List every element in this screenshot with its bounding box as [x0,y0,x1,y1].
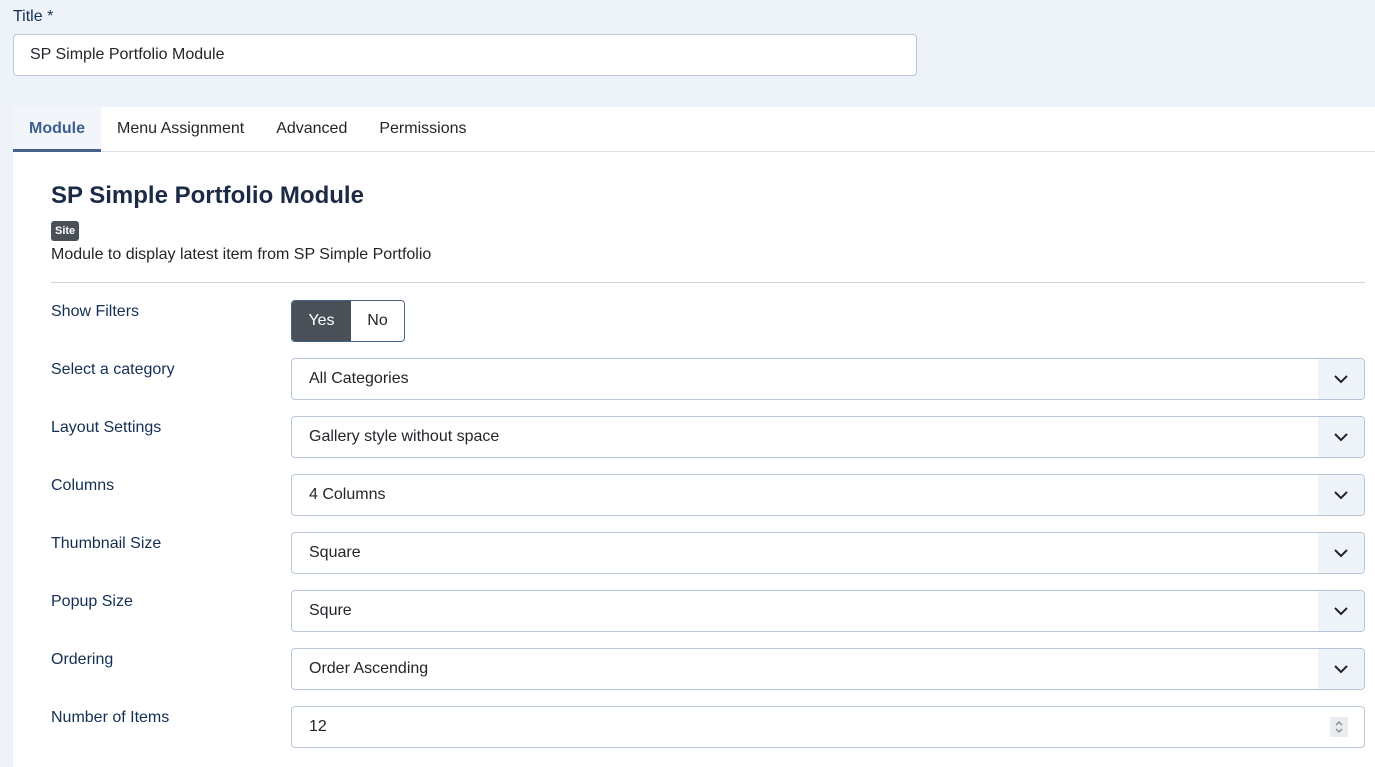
show-filters-label: Show Filters [51,303,140,320]
title-input[interactable]: SP Simple Portfolio Module [13,34,917,76]
tab-advanced[interactable]: Advanced [260,107,363,152]
row-columns: Columns 4 Columns [51,474,1365,516]
row-number-of-items: Number of Items 12 [51,706,1365,748]
layout-select[interactable]: Gallery style without space [291,416,1365,458]
row-thumbnail-size: Thumbnail Size Square [51,532,1365,574]
row-layout: Layout Settings Gallery style without sp… [51,416,1365,458]
chevron-down-icon[interactable] [1318,359,1364,399]
title-label: Title * [13,8,54,25]
module-panel: Module Menu Assignment Advanced Permissi… [13,107,1375,767]
ordering-select[interactable]: Order Ascending [291,648,1365,690]
thumbnail-size-value: Square [309,544,361,561]
row-category: Select a category All Categories [51,358,1365,400]
columns-value: 4 Columns [309,486,386,503]
popup-size-select[interactable]: Squre [291,590,1365,632]
row-ordering: Ordering Order Ascending [51,648,1365,690]
popup-size-label: Popup Size [51,593,133,610]
columns-select[interactable]: 4 Columns [291,474,1365,516]
popup-size-value: Squre [309,602,352,619]
chevron-down-icon[interactable] [1318,649,1364,689]
chevron-down-icon[interactable] [1318,591,1364,631]
spinner-icon[interactable] [1330,717,1348,737]
module-description: Module to display latest item from SP Si… [51,246,432,263]
tab-bar: Module Menu Assignment Advanced Permissi… [13,107,1375,152]
show-filters-yes-button[interactable]: Yes [292,301,351,341]
tab-module[interactable]: Module [13,107,101,152]
number-of-items-value: 12 [309,718,327,735]
tab-permissions[interactable]: Permissions [363,107,482,152]
chevron-down-icon[interactable] [1318,417,1364,457]
divider [51,282,1365,283]
thumbnail-size-select[interactable]: Square [291,532,1365,574]
category-value: All Categories [309,370,409,387]
chevron-down-icon[interactable] [1318,475,1364,515]
show-filters-toggle: Yes No [291,300,405,342]
chevron-down-icon[interactable] [1318,533,1364,573]
columns-label: Columns [51,477,115,494]
tab-menu-assignment[interactable]: Menu Assignment [101,107,260,152]
show-filters-no-button[interactable]: No [351,301,404,341]
category-select[interactable]: All Categories [291,358,1365,400]
row-popup-size: Popup Size Squre [51,590,1365,632]
site-badge: Site [51,221,80,241]
number-of-items-input[interactable]: 12 [291,706,1365,748]
ordering-value: Order Ascending [309,660,429,677]
category-label: Select a category [51,361,175,378]
module-heading: SP Simple Portfolio Module [51,182,364,209]
layout-value: Gallery style without space [309,428,500,445]
thumbnail-size-label: Thumbnail Size [51,535,162,552]
number-of-items-label: Number of Items [51,709,170,726]
ordering-label: Ordering [51,651,114,668]
layout-label: Layout Settings [51,419,162,436]
row-show-filters: Show Filters Yes No [51,300,1365,342]
